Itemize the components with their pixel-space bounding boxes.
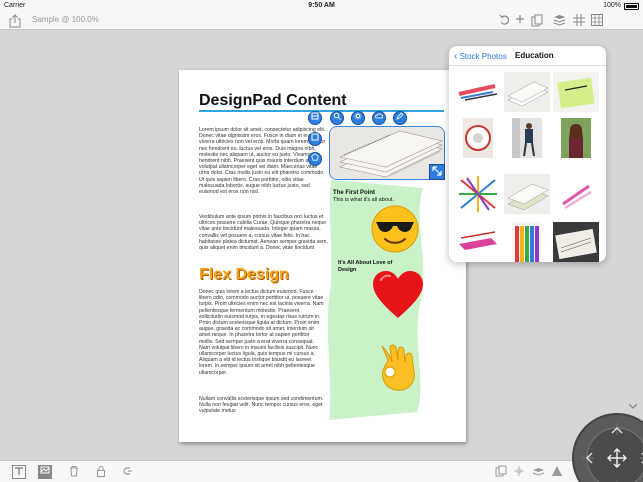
crop-icon[interactable] [308,111,322,125]
battery-icon [624,3,639,10]
title-rule [199,110,444,112]
layer-icon[interactable] [531,465,545,479]
back-button-label: Stock Photos [459,52,507,61]
thumbnail-colored-pencils[interactable] [455,174,501,214]
chevron-down-icon[interactable] [628,401,638,411]
chevron-left-icon: ‹ [454,51,458,62]
thumbnail-pink-pencils[interactable] [553,174,599,214]
status-bar: Carrier 9:50 AM 100% [0,0,643,12]
settings-icon[interactable] [351,111,365,125]
body-paragraph-2[interactable]: Vestibulum ante ipsum primis in faucibus… [199,214,329,251]
layout-icon[interactable] [590,14,604,28]
navigation-joystick[interactable] [572,413,643,482]
square-shape-icon[interactable] [308,132,322,146]
add-icon[interactable] [514,14,526,28]
page-icon[interactable] [530,14,544,28]
stock-photos-popover: ‹ Stock Photos Education [449,46,606,262]
flex-design-heading[interactable]: Flex Design [199,266,289,284]
thumbnail-notebook-stack[interactable] [504,174,550,214]
page-title[interactable]: DesignPad Content [199,92,347,110]
sunglasses-emoji[interactable] [370,204,420,259]
undo-icon[interactable] [498,14,512,28]
callout-first-point[interactable]: The First Point This is what it's all ab… [333,190,403,203]
flip-icon[interactable] [550,465,564,479]
thumbnail-pencil-sharpener[interactable] [455,118,501,158]
pentagon-shape-icon[interactable] [308,152,322,166]
thumbnail-pink-eraser[interactable] [455,222,501,262]
trash-icon[interactable] [67,465,81,479]
popover-header: ‹ Stock Photos Education [449,46,606,66]
thumbnail-student-girl[interactable] [553,118,599,158]
heart-emoji[interactable] [372,270,424,325]
selected-photo[interactable] [329,126,445,180]
image-icon[interactable] [38,465,52,479]
document-title[interactable]: Sample @ 100.0% [32,15,99,24]
zoom-icon[interactable] [330,111,344,125]
battery-percent: 100% [603,2,621,9]
thumbnail-colored-pencils-box[interactable] [504,222,550,262]
cloud-icon[interactable] [372,111,386,125]
duplicate-icon[interactable] [494,465,508,479]
lock-icon[interactable] [94,465,108,479]
ok-hand-emoji[interactable] [374,342,418,399]
body-paragraph-3[interactable]: Donec quis lorem a lectus dictum euismod… [199,289,324,376]
pencil-icon[interactable] [393,111,407,125]
body-paragraph-4[interactable]: Nullam convallis scelerisque ipsum sed c… [199,396,324,415]
back-button[interactable]: ‹ Stock Photos [454,51,507,62]
top-toolbar: Sample @ 100.0% [0,12,643,30]
callout-first-point-body: This is what it's all about. [333,196,394,203]
thumbnail-notebooks[interactable] [504,72,550,112]
grid-icon[interactable] [572,14,586,28]
callout-first-point-title: The First Point [333,190,375,196]
align-icon[interactable] [512,465,526,479]
thumbnail-notebook-pen[interactable] [553,222,599,262]
text-icon[interactable] [12,465,26,479]
popover-title: Education [515,51,554,60]
stack-icon[interactable] [552,14,566,28]
thumbnail-crayons[interactable] [455,72,501,112]
document-page[interactable]: DesignPad Content Lorem ipsum dolor sit … [179,70,466,442]
share-icon[interactable] [8,14,22,28]
thumbnail-student-walking[interactable] [504,118,550,158]
resize-icon[interactable] [429,164,445,180]
link-icon[interactable] [122,465,136,479]
thumbnail-notebook-green[interactable] [553,72,599,112]
clock: 9:50 AM [308,2,335,9]
bottom-toolbar [0,460,643,482]
